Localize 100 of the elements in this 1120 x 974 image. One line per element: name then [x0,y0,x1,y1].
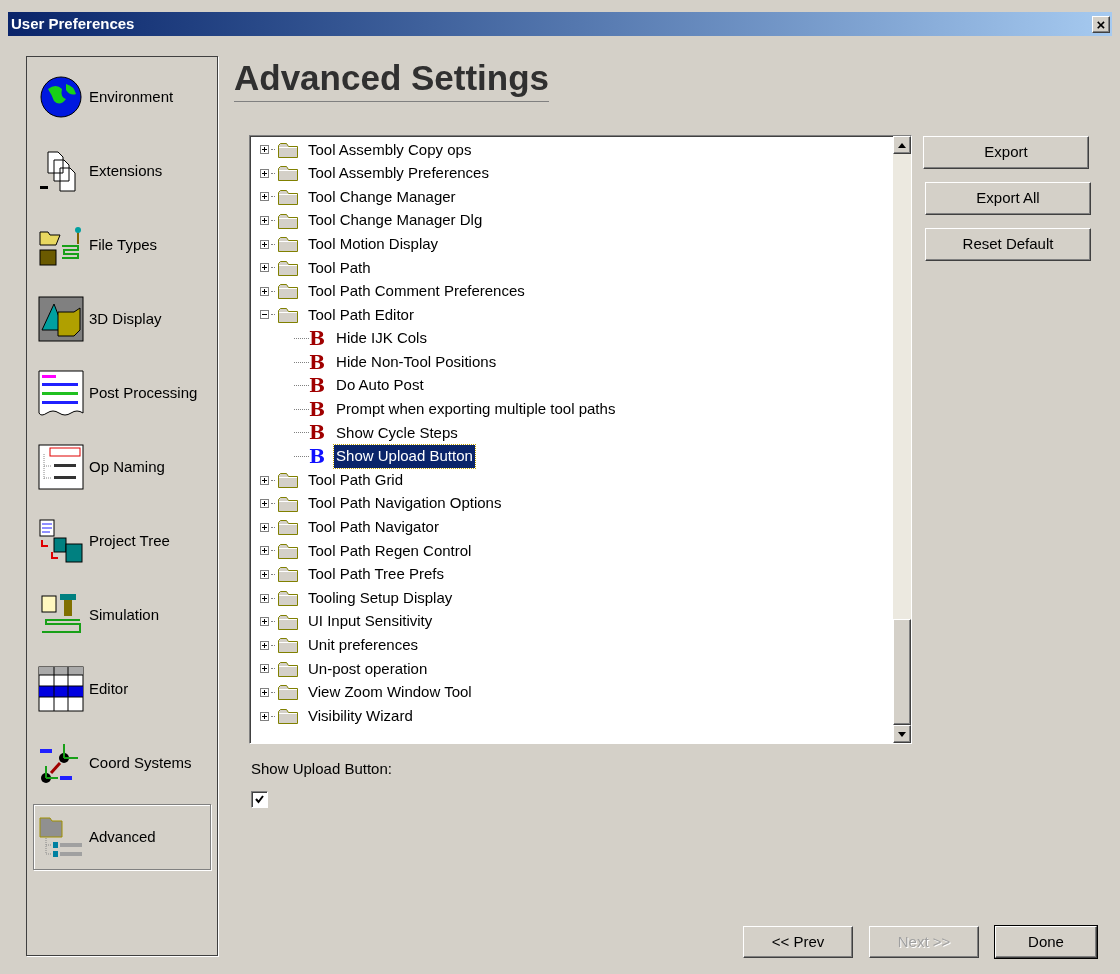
folder-icon [277,518,299,537]
expand-icon[interactable] [260,664,269,674]
folder-icon [277,707,299,726]
tree-item[interactable]: Hide Non-Tool Positions [334,350,499,374]
scroll-up-button[interactable] [893,136,911,154]
shapes-icon [38,296,84,342]
boolean-type-glyph: B [309,447,326,466]
setting-label: Show Upload Button: [251,759,393,779]
tree-item[interactable]: Unit preferences [308,634,419,657]
tree-item[interactable]: UI Input Sensitivity [308,610,433,633]
sidebar-item[interactable]: Post Processing [33,370,211,416]
expand-icon[interactable] [260,687,269,697]
folder-icon [277,494,299,513]
expand-icon[interactable] [260,239,269,249]
folder-icon [277,683,299,702]
expand-icon[interactable] [260,617,269,627]
folder-icon [277,471,299,490]
tree-item[interactable]: Tool Path Comment Preferences [308,280,525,303]
folder-icon [277,188,299,206]
scroll-down-button[interactable] [893,725,911,743]
tree-item[interactable]: Tool Path Grid [308,468,404,492]
sidebar-item[interactable]: File Types [33,222,211,268]
close-button[interactable]: × [1092,15,1110,33]
sidebar-item[interactable]: Simulation [33,592,211,638]
expand-icon[interactable] [260,570,269,579]
expand-icon[interactable] [260,192,269,202]
tree-item[interactable]: Tool Path Editor [308,303,414,327]
boolean-type-glyph: B [309,329,326,349]
folder-icon [277,589,299,608]
sidebar-item[interactable]: Coord Systems [33,740,211,786]
expand-icon[interactable] [260,522,269,532]
sidebar-item[interactable]: 3D Display [33,296,211,342]
folder-icon [277,140,299,159]
globe-icon [38,74,84,120]
tree-item[interactable]: Tool Path Tree Prefs [308,563,444,586]
tree-item[interactable]: Tool Assembly Preferences [308,162,489,185]
boolean-type-glyph: B [309,399,326,419]
checkmark-icon [255,794,264,804]
expand-icon[interactable] [260,263,269,273]
scroll-thumb[interactable] [893,619,911,725]
tree-item[interactable]: Show Upload Button [334,445,475,468]
expand-icon[interactable] [260,640,269,650]
down-arrow-icon [898,731,906,737]
sidebar-item[interactable]: Environment [33,74,211,120]
tree-item[interactable]: Tool Motion Display [308,232,439,256]
expand-icon[interactable] [260,216,269,226]
sidebar-item[interactable]: Op Naming [33,444,211,490]
sidebar-item[interactable]: Advanced [33,804,211,870]
folder-icon [277,235,299,254]
boolean-type-glyph: B [309,352,326,372]
folder-icon [277,164,299,183]
boolean-type-glyph: B [309,376,326,396]
tree-item[interactable]: Tool Change Manager [308,185,456,209]
checkbox[interactable] [251,790,268,808]
tree-item[interactable]: View Zoom Window Tool [308,681,472,704]
expand-icon[interactable] [260,145,269,155]
expand-icon[interactable] [260,168,269,178]
tree-item[interactable]: Prompt when exporting multiple tool paths [334,398,618,421]
scrollbar[interactable] [893,136,911,743]
nav-button[interactable]: << Prev [743,926,853,958]
expand-icon[interactable] [260,286,269,296]
page-heading: Advanced Settings [234,56,550,102]
code-listing-icon [38,370,84,416]
boolean-type-glyph: B [309,423,326,443]
expand-icon[interactable] [260,475,269,485]
sidebar-item[interactable]: Project Tree [33,518,211,564]
folder-icon [277,305,299,324]
tree-item[interactable]: Show Cycle Steps [334,421,460,445]
sidebar-item[interactable]: Editor [33,666,211,712]
tree-item[interactable]: Tooling Setup Display [308,586,453,610]
tree-item[interactable]: Un-post operation [308,657,428,681]
list-icon [38,444,84,490]
tree-item[interactable]: Tool Path Navigation Options [308,492,502,515]
nav-button[interactable]: Done [995,926,1097,958]
expand-icon[interactable] [260,593,269,603]
expand-icon[interactable] [260,499,269,509]
collapse-icon[interactable] [260,310,269,320]
tree-item[interactable]: Tool Path Navigator [308,516,439,539]
action-button[interactable]: Reset Default [925,228,1091,261]
tree-item[interactable]: Tool Change Manager Dlg [308,209,483,232]
sidebar-item[interactable]: Extensions [33,148,211,194]
tree-item[interactable]: Hide IJK Cols [334,327,429,350]
expand-icon[interactable] [260,711,269,721]
folder-icon [277,659,299,678]
folder-icon [277,282,299,301]
folder-tree-icon [38,814,84,860]
action-button[interactable]: Export All [925,182,1091,215]
folder-icon [277,258,299,277]
up-arrow-icon [898,142,906,148]
folder-icon [277,612,299,631]
tree-item[interactable]: Tool Path [308,256,371,279]
tree-item[interactable]: Tool Path Regen Control [308,539,472,563]
action-button[interactable]: Export [923,136,1089,169]
tree-item[interactable]: Tool Assembly Copy ops [308,138,472,162]
folder-icon [277,636,299,655]
machine-icon [38,518,84,564]
expand-icon[interactable] [260,546,269,556]
folder-icon [277,565,299,584]
tree-item[interactable]: Visibility Wizard [308,704,413,728]
tree-item[interactable]: Do Auto Post [334,374,426,397]
